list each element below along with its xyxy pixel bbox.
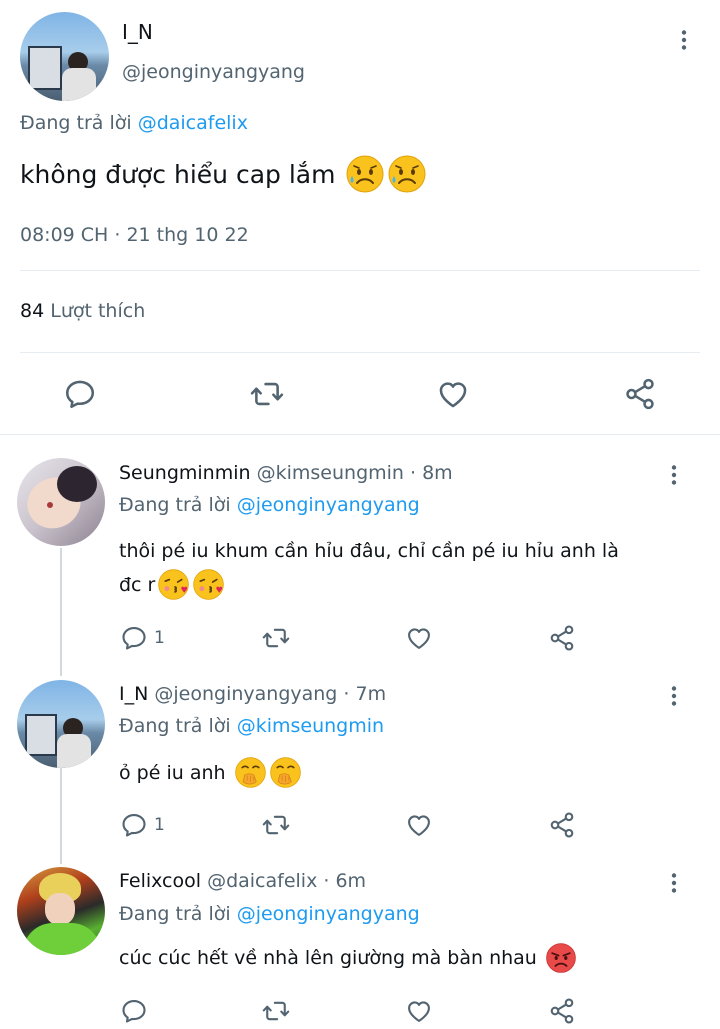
reply-prefix: Đang trả lời xyxy=(119,715,231,737)
reply-text: cúc cúc hết về nhà lên giường mà bàn nha… xyxy=(119,947,537,969)
author-name[interactable]: Felixcool xyxy=(119,870,201,892)
reply-prefix: Đang trả lời xyxy=(119,903,231,925)
angry-face-icon xyxy=(545,942,577,974)
retweet-icon[interactable] xyxy=(249,377,285,411)
share-icon[interactable] xyxy=(548,997,576,1025)
reply-button[interactable]: 1 xyxy=(120,624,165,652)
avatar[interactable] xyxy=(17,458,105,546)
share-icon[interactable] xyxy=(548,811,576,839)
reply-prefix: Đang trả lời xyxy=(119,494,231,516)
reply-header: Seungminmin @kimseungmin · 8m xyxy=(119,462,453,484)
kissing-face-icon xyxy=(157,568,190,601)
section-divider xyxy=(0,434,720,435)
reply-to-link[interactable]: @kimseungmin xyxy=(237,715,384,737)
tweet-timestamp[interactable]: 08:09 CH · 21 thg 10 22 xyxy=(20,224,249,246)
more-options-icon[interactable] xyxy=(672,28,696,52)
reply-text: ỏ pé iu anh xyxy=(119,761,226,784)
reply-to-link[interactable]: @jeonginyangyang xyxy=(237,903,420,925)
author-handle-time[interactable]: @jeonginyangyang · 7m xyxy=(154,683,386,705)
reply-icon[interactable] xyxy=(63,377,97,411)
reply-context: Đang trả lời @jeonginyangyang xyxy=(119,903,420,925)
reply-icon xyxy=(120,811,148,839)
reply-text-row: cúc cúc hết về nhà lên giường mà bàn nha… xyxy=(119,942,577,974)
avatar[interactable] xyxy=(17,867,105,955)
more-options-icon[interactable] xyxy=(662,684,686,708)
divider xyxy=(20,352,700,353)
retweet-icon[interactable] xyxy=(261,997,291,1025)
reply-to-link[interactable]: @daicafelix xyxy=(138,112,248,134)
reply-icon[interactable] xyxy=(120,997,148,1025)
reply-text-row: ỏ pé iu anh xyxy=(119,756,302,789)
author-name[interactable]: I_N xyxy=(119,683,148,705)
like-icon[interactable] xyxy=(405,811,433,839)
reply-prefix: Đang trả lời xyxy=(20,112,132,134)
thread-line xyxy=(60,768,62,864)
kissing-face-icon xyxy=(192,568,225,601)
share-icon[interactable] xyxy=(623,377,657,411)
retweet-icon[interactable] xyxy=(261,811,291,839)
sad-face-icon xyxy=(387,154,427,194)
tweet-text: không được hiểu cap lắm xyxy=(20,159,336,189)
reply-button[interactable]: 1 xyxy=(120,811,165,839)
thread-line xyxy=(60,548,62,676)
reply-context: Đang trả lời @jeonginyangyang xyxy=(119,494,420,516)
author-name[interactable]: Seungminmin xyxy=(119,462,251,484)
hand-over-mouth-face-icon xyxy=(269,756,302,789)
reply-text: đc r xyxy=(119,573,156,596)
more-options-icon[interactable] xyxy=(662,463,686,487)
reply-context: Đang trả lời @kimseungmin xyxy=(119,715,384,737)
share-icon[interactable] xyxy=(548,624,576,652)
reply-text-row: đc r xyxy=(119,568,225,601)
reply-header: I_N @jeonginyangyang · 7m xyxy=(119,683,386,705)
hand-over-mouth-face-icon xyxy=(234,756,267,789)
like-count: 84 xyxy=(20,300,45,322)
reply-count: 1 xyxy=(154,815,165,835)
like-icon[interactable] xyxy=(405,624,433,652)
avatar[interactable] xyxy=(20,12,109,101)
reply-to-link[interactable]: @jeonginyangyang xyxy=(237,494,420,516)
like-icon[interactable] xyxy=(405,997,433,1025)
avatar[interactable] xyxy=(17,680,105,768)
reply-count: 1 xyxy=(154,628,165,648)
author-handle[interactable]: @jeonginyangyang xyxy=(122,61,305,83)
author-handle-time[interactable]: @daicafelix · 6m xyxy=(207,870,366,892)
like-icon[interactable] xyxy=(436,377,470,411)
retweet-icon[interactable] xyxy=(261,624,291,652)
reply-text: thôi pé iu khum cần hỉu đâu, chỉ cần pé … xyxy=(119,540,619,562)
reply-header: Felixcool @daicafelix · 6m xyxy=(119,870,366,892)
tweet-text-row: không được hiểu cap lắm xyxy=(20,154,427,194)
reply-icon xyxy=(120,624,148,652)
author-handle-time[interactable]: @kimseungmin · 8m xyxy=(257,462,453,484)
like-stats[interactable]: 84 Lượt thích xyxy=(20,300,145,322)
like-label: Lượt thích xyxy=(50,300,146,322)
author-name[interactable]: I_N xyxy=(122,20,153,44)
sad-face-icon xyxy=(345,154,385,194)
more-options-icon[interactable] xyxy=(662,871,686,895)
reply-context: Đang trả lời @daicafelix xyxy=(20,112,248,134)
divider xyxy=(20,270,700,271)
